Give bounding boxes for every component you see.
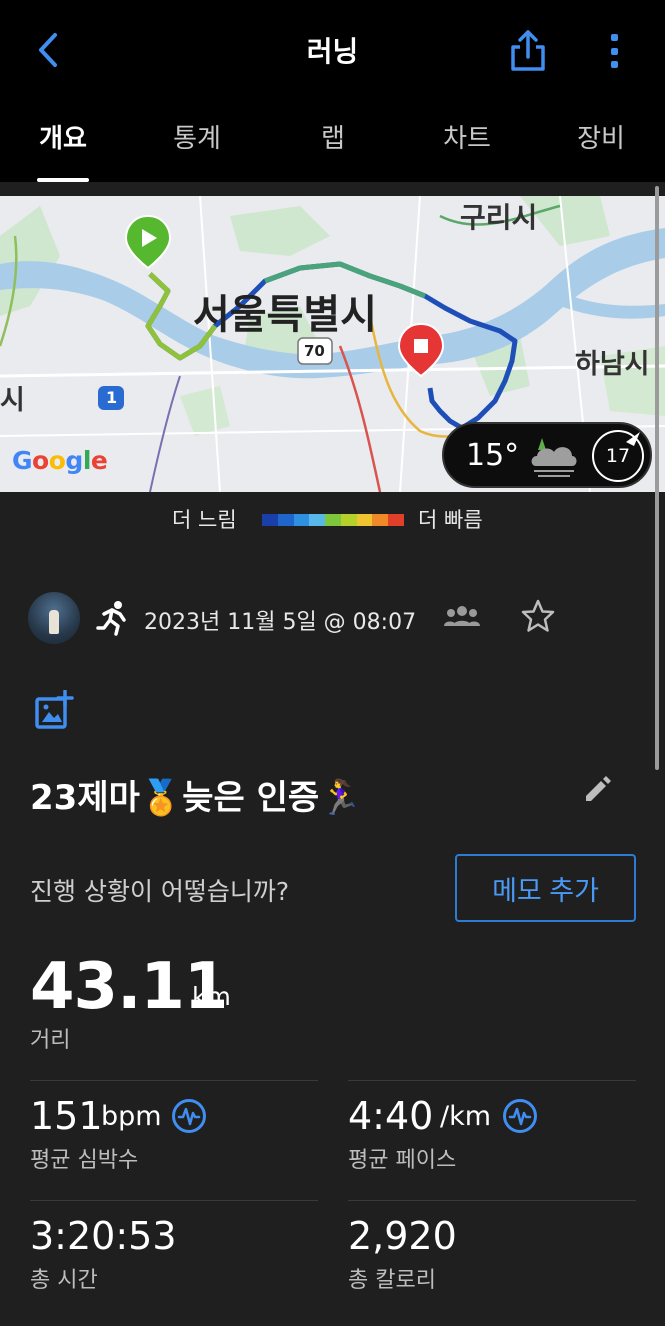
tab-stats[interactable]: 통계 xyxy=(142,118,252,155)
more-vertical-icon[interactable] xyxy=(600,30,628,72)
star-icon[interactable] xyxy=(520,598,556,634)
group-icon[interactable] xyxy=(444,604,480,628)
total-calories-label: 총 칼로리 xyxy=(348,1268,436,1293)
avg-heart-rate-value: 151 xyxy=(30,1094,103,1138)
road-1-label: 1 xyxy=(106,388,118,407)
share-icon xyxy=(511,30,545,71)
divider xyxy=(348,1080,636,1081)
avg-pace-unit: /km xyxy=(440,1101,492,1132)
distance-label: 거리 xyxy=(30,1028,71,1053)
scrollbar[interactable] xyxy=(655,186,659,770)
divider xyxy=(348,1200,636,1201)
tab-overview[interactable]: 개요 xyxy=(8,118,118,155)
tab-laps[interactable]: 랩 xyxy=(278,118,388,155)
pulse-icon[interactable] xyxy=(502,1098,538,1134)
map-label-partial: 시 xyxy=(0,385,25,416)
page-title: 러닝 xyxy=(306,35,359,68)
pencil-icon[interactable] xyxy=(582,774,612,804)
road-70-label: 70 xyxy=(304,342,325,360)
legend-color-bar xyxy=(262,514,405,526)
weather-temperature: 15° xyxy=(466,438,520,473)
divider xyxy=(30,1200,318,1201)
weather-widget: 15° 17 xyxy=(442,422,652,488)
total-calories-value: 2,920 xyxy=(348,1214,457,1258)
map-label-seoul: 서울특별시 xyxy=(193,292,377,338)
avg-heart-rate-label: 평균 심박수 xyxy=(30,1148,139,1173)
total-time-label: 총 시간 xyxy=(30,1268,98,1293)
legend-fast-label: 더 빠름 xyxy=(418,508,483,532)
add-photo-icon[interactable] xyxy=(34,690,74,730)
cloud-fog-icon xyxy=(531,438,577,477)
app-header: 러닝 개요 통계 랩 차트 장비 xyxy=(0,0,665,182)
activity-meta-row: 2023년 11월 5일 @ 08:07 xyxy=(0,592,665,646)
avg-pace-value: 4:40 xyxy=(348,1094,434,1138)
tab-bar: 개요 통계 랩 차트 장비 xyxy=(0,112,665,182)
map-label-hanam: 하남시 xyxy=(575,349,650,380)
legend-slow-label: 더 느림 xyxy=(172,508,237,532)
divider xyxy=(30,1080,318,1081)
tab-gear[interactable]: 장비 xyxy=(546,118,656,155)
avatar[interactable] xyxy=(28,592,80,644)
pulse-icon[interactable] xyxy=(171,1098,207,1134)
map-label-guri: 구리시 xyxy=(460,201,538,234)
start-marker-icon xyxy=(124,214,172,270)
running-icon xyxy=(96,601,126,636)
pace-legend: 더 느림 더 빠름 xyxy=(0,502,665,536)
notes-prompt: 진행 상황이 어떻습니까? xyxy=(30,877,290,906)
total-time-value: 3:20:53 xyxy=(30,1214,177,1258)
tab-charts[interactable]: 차트 xyxy=(412,118,522,155)
wind-direction-icon xyxy=(626,432,640,446)
activity-name: 23제마🏅늦은 인증🏃‍♀️ xyxy=(30,778,362,818)
add-memo-button[interactable]: 메모 추가 xyxy=(455,854,636,922)
google-logo: Google xyxy=(12,446,108,475)
avg-pace-label: 평균 페이스 xyxy=(348,1148,457,1173)
active-tab-indicator xyxy=(37,178,89,182)
distance-unit: km xyxy=(192,982,231,1011)
activity-date: 2023년 11월 5일 @ 08:07 xyxy=(144,610,417,635)
share-button[interactable] xyxy=(506,26,550,74)
avg-heart-rate-unit: bpm xyxy=(101,1101,162,1132)
